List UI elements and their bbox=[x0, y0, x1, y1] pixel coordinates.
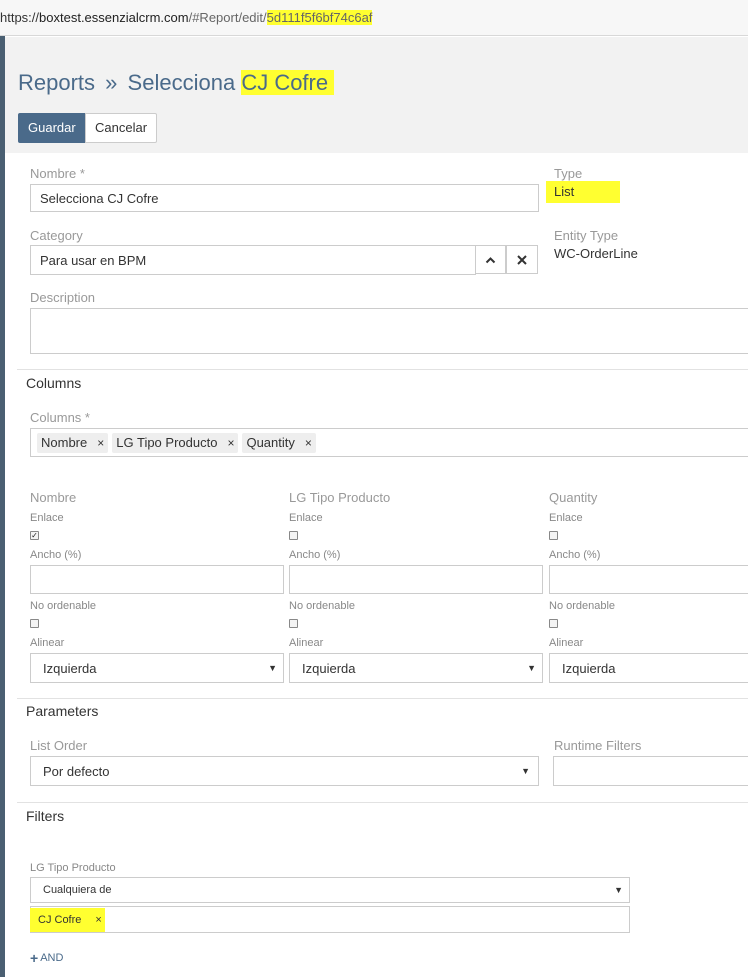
url-record-id: 5d111f5f6bf74c6af bbox=[266, 10, 373, 25]
link-checkbox-nombre[interactable]: ✓ bbox=[30, 531, 39, 540]
align-select-lg-tipo-producto[interactable]: Izquierda ▼ bbox=[289, 653, 543, 683]
align-select-nombre[interactable]: Izquierda ▼ bbox=[30, 653, 284, 683]
url-text[interactable]: https://boxtest.essenzialcrm.com/#Report… bbox=[0, 10, 373, 25]
filter-operator-value: Cualquiera de bbox=[43, 884, 112, 896]
link-checkbox-quantity[interactable] bbox=[549, 531, 558, 540]
column-tag-label: Quantity bbox=[246, 435, 295, 450]
column-tag: Nombre × bbox=[37, 432, 109, 453]
nosort-label: No ordenable bbox=[289, 600, 356, 612]
align-value: Izquierda bbox=[562, 660, 616, 676]
list-order-value: Por defecto bbox=[43, 763, 110, 779]
caret-down-icon: ▼ bbox=[527, 663, 536, 673]
align-value: Izquierda bbox=[43, 660, 97, 676]
width-label: Ancho (%) bbox=[549, 549, 601, 561]
runtime-filters-label: Runtime Filters bbox=[554, 738, 642, 753]
breadcrumb-reports-link[interactable]: Reports bbox=[18, 70, 95, 95]
filter-value-tag: CJ Cofre × bbox=[30, 908, 105, 932]
column-header-lg-tipo-producto: LG Tipo Producto bbox=[289, 490, 391, 505]
entity-type-label: Entity Type bbox=[554, 228, 619, 243]
filter-field-label: LG Tipo Producto bbox=[30, 862, 116, 874]
column-tag-label: LG Tipo Producto bbox=[116, 435, 218, 450]
url-scheme: https:// bbox=[0, 10, 40, 25]
caret-down-icon: ▼ bbox=[521, 766, 530, 776]
name-input[interactable]: Selecciona CJ Cofre bbox=[30, 184, 539, 212]
width-input-lg-tipo-producto[interactable] bbox=[289, 565, 543, 594]
filters-section-title: Filters bbox=[26, 808, 65, 824]
add-and-button[interactable]: + AND bbox=[30, 950, 63, 966]
type-value: List bbox=[546, 181, 620, 203]
column-header-quantity: Quantity bbox=[549, 490, 598, 505]
link-label: Enlace bbox=[289, 512, 323, 524]
browser-address-bar[interactable]: https://boxtest.essenzialcrm.com/#Report… bbox=[0, 0, 748, 36]
clear-category-icon[interactable] bbox=[506, 245, 538, 274]
add-and-label: AND bbox=[40, 952, 64, 964]
entity-type-value: WC-OrderLine bbox=[554, 246, 638, 261]
link-checkbox-lg-tipo-producto[interactable] bbox=[289, 531, 298, 540]
parameters-section-title: Parameters bbox=[26, 703, 99, 719]
url-path: /#Report/edit/ bbox=[188, 10, 267, 25]
title-prefix: Selecciona bbox=[127, 70, 236, 95]
align-label: Alinear bbox=[549, 637, 584, 649]
breadcrumb-separator: » bbox=[105, 70, 118, 95]
name-label: Nombre * bbox=[30, 166, 85, 181]
remove-tag-icon[interactable]: × bbox=[227, 436, 234, 450]
column-tag: Quantity × bbox=[242, 432, 316, 453]
remove-tag-icon[interactable]: × bbox=[97, 436, 104, 450]
cancel-button[interactable]: Cancelar bbox=[85, 113, 158, 143]
chevron-up-icon[interactable] bbox=[475, 245, 506, 274]
column-header-nombre: Nombre bbox=[30, 490, 77, 505]
list-order-label: List Order bbox=[30, 738, 88, 753]
description-textarea[interactable] bbox=[30, 308, 748, 354]
width-input-nombre[interactable] bbox=[30, 565, 284, 594]
columns-section-title: Columns bbox=[26, 375, 82, 391]
runtime-filters-input[interactable] bbox=[553, 756, 748, 786]
link-label: Enlace bbox=[549, 512, 583, 524]
nosort-checkbox-nombre[interactable] bbox=[30, 619, 39, 628]
left-accent-bar bbox=[0, 36, 5, 977]
align-value: Izquierda bbox=[302, 660, 356, 676]
type-label: Type bbox=[554, 166, 583, 181]
title-highlighted-name: CJ Cofre bbox=[241, 70, 335, 95]
nosort-label: No ordenable bbox=[30, 600, 97, 612]
align-label: Alinear bbox=[30, 637, 65, 649]
columns-label: Columns * bbox=[30, 410, 90, 425]
width-label: Ancho (%) bbox=[30, 549, 82, 561]
caret-down-icon: ▼ bbox=[614, 885, 623, 895]
caret-down-icon: ▼ bbox=[268, 663, 277, 673]
nosort-label: No ordenable bbox=[549, 600, 616, 612]
width-input-quantity[interactable] bbox=[549, 565, 748, 594]
filter-values-multiselect[interactable] bbox=[30, 906, 630, 933]
filter-operator-select[interactable]: Cualquiera de ▼ bbox=[30, 877, 630, 903]
section-divider bbox=[17, 369, 748, 370]
section-divider bbox=[17, 698, 748, 699]
url-domain: boxtest.essenzialcrm.com bbox=[39, 10, 189, 25]
list-order-select[interactable]: Por defecto ▼ bbox=[30, 756, 539, 786]
link-label: Enlace bbox=[30, 512, 64, 524]
column-tag-label: Nombre bbox=[41, 435, 88, 450]
column-tag: LG Tipo Producto × bbox=[112, 432, 239, 453]
columns-multiselect[interactable]: Nombre × LG Tipo Producto × Quantity × bbox=[30, 428, 748, 457]
nosort-checkbox-quantity[interactable] bbox=[549, 619, 558, 628]
remove-tag-icon[interactable]: × bbox=[305, 436, 312, 450]
width-label: Ancho (%) bbox=[289, 549, 341, 561]
remove-tag-icon[interactable]: × bbox=[95, 914, 101, 926]
plus-icon: + bbox=[30, 950, 39, 966]
filter-value-tag-label: CJ Cofre bbox=[38, 914, 82, 926]
section-divider bbox=[17, 802, 748, 803]
align-select-quantity[interactable]: Izquierda bbox=[549, 653, 748, 683]
category-label: Category bbox=[30, 228, 83, 243]
save-button[interactable]: Guardar bbox=[18, 113, 86, 143]
page-title: Reports » Selecciona CJ Cofre bbox=[18, 70, 335, 96]
category-input[interactable]: Para usar en BPM bbox=[30, 245, 476, 275]
description-label: Description bbox=[30, 290, 96, 305]
align-label: Alinear bbox=[289, 637, 324, 649]
nosort-checkbox-lg-tipo-producto[interactable] bbox=[289, 619, 298, 628]
